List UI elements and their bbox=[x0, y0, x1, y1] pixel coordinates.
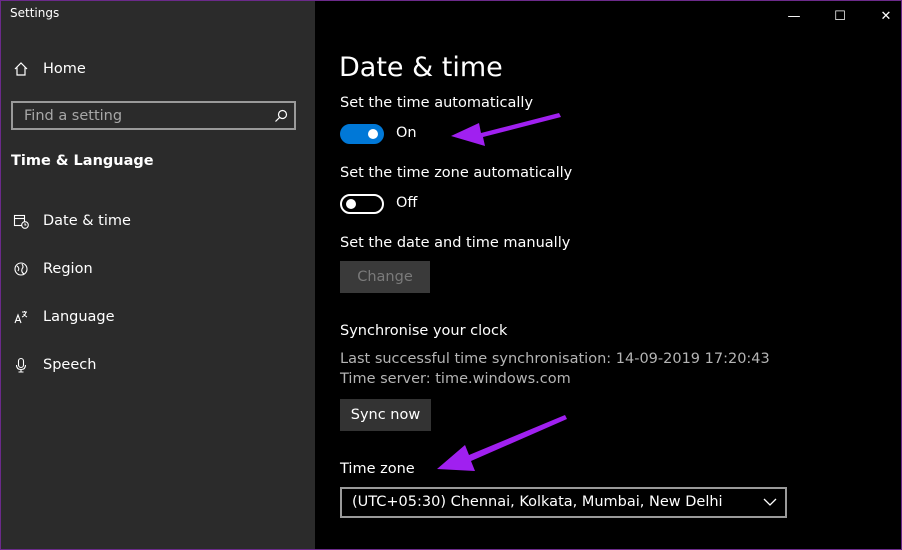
maximize-button[interactable]: ☐ bbox=[817, 1, 863, 31]
time-zone-dropdown[interactable]: (UTC+05:30) Chennai, Kolkata, Mumbai, Ne… bbox=[340, 487, 787, 518]
microphone-icon bbox=[11, 355, 31, 375]
sync-heading: Synchronise your clock bbox=[340, 323, 508, 339]
sync-now-button[interactable]: Sync now bbox=[340, 399, 431, 431]
manual-label: Set the date and time manually bbox=[340, 235, 571, 251]
set-time-auto-state: On bbox=[396, 125, 417, 141]
sidebar-item-label: Date & time bbox=[43, 213, 131, 229]
set-timezone-auto-toggle[interactable] bbox=[340, 194, 384, 214]
minimize-button[interactable]: — bbox=[771, 1, 817, 31]
globe-icon bbox=[11, 259, 31, 279]
time-zone-label: Time zone bbox=[340, 461, 415, 477]
sidebar-item-region[interactable]: Region bbox=[11, 259, 93, 279]
annotation-arrow-icon bbox=[437, 415, 567, 471]
sidebar-item-label: Region bbox=[43, 261, 93, 277]
sidebar-item-label: Language bbox=[43, 309, 115, 325]
home-icon bbox=[11, 59, 31, 79]
change-button[interactable]: Change bbox=[340, 261, 430, 293]
settings-window: Settings Home Find a setting Time & Lang… bbox=[0, 0, 902, 550]
date-time-icon bbox=[11, 211, 31, 231]
set-time-auto-toggle[interactable] bbox=[340, 124, 384, 144]
set-time-auto-label: Set the time automatically bbox=[340, 95, 534, 111]
search-placeholder: Find a setting bbox=[24, 108, 123, 124]
page-title: Date & time bbox=[339, 52, 503, 83]
search-icon[interactable] bbox=[273, 108, 289, 124]
chevron-down-icon bbox=[763, 498, 777, 506]
close-button[interactable]: ✕ bbox=[863, 1, 901, 31]
section-heading: Time & Language bbox=[11, 153, 154, 169]
sidebar-item-date-time[interactable]: Date & time bbox=[11, 211, 131, 231]
home-label: Home bbox=[43, 61, 86, 77]
time-server-text: Time server: time.windows.com bbox=[340, 371, 571, 387]
main-pane: — ☐ ✕ Date & time Set the time automatic… bbox=[315, 1, 901, 549]
sidebar-item-language[interactable]: Language bbox=[11, 307, 115, 327]
sidebar-item-label: Speech bbox=[43, 357, 97, 373]
sidebar-item-speech[interactable]: Speech bbox=[11, 355, 96, 375]
sidebar: Settings Home Find a setting Time & Lang… bbox=[1, 1, 315, 549]
set-timezone-auto-state: Off bbox=[396, 195, 418, 211]
window-title: Settings bbox=[10, 6, 60, 20]
search-input[interactable]: Find a setting bbox=[11, 101, 296, 130]
last-sync-text: Last successful time synchronisation: 14… bbox=[340, 351, 770, 367]
home-nav-item[interactable]: Home bbox=[11, 59, 86, 79]
toggle-knob bbox=[368, 129, 378, 139]
time-zone-value: (UTC+05:30) Chennai, Kolkata, Mumbai, Ne… bbox=[352, 494, 723, 510]
language-icon bbox=[11, 307, 31, 327]
set-timezone-auto-label: Set the time zone automatically bbox=[340, 165, 573, 181]
toggle-knob bbox=[346, 199, 356, 209]
